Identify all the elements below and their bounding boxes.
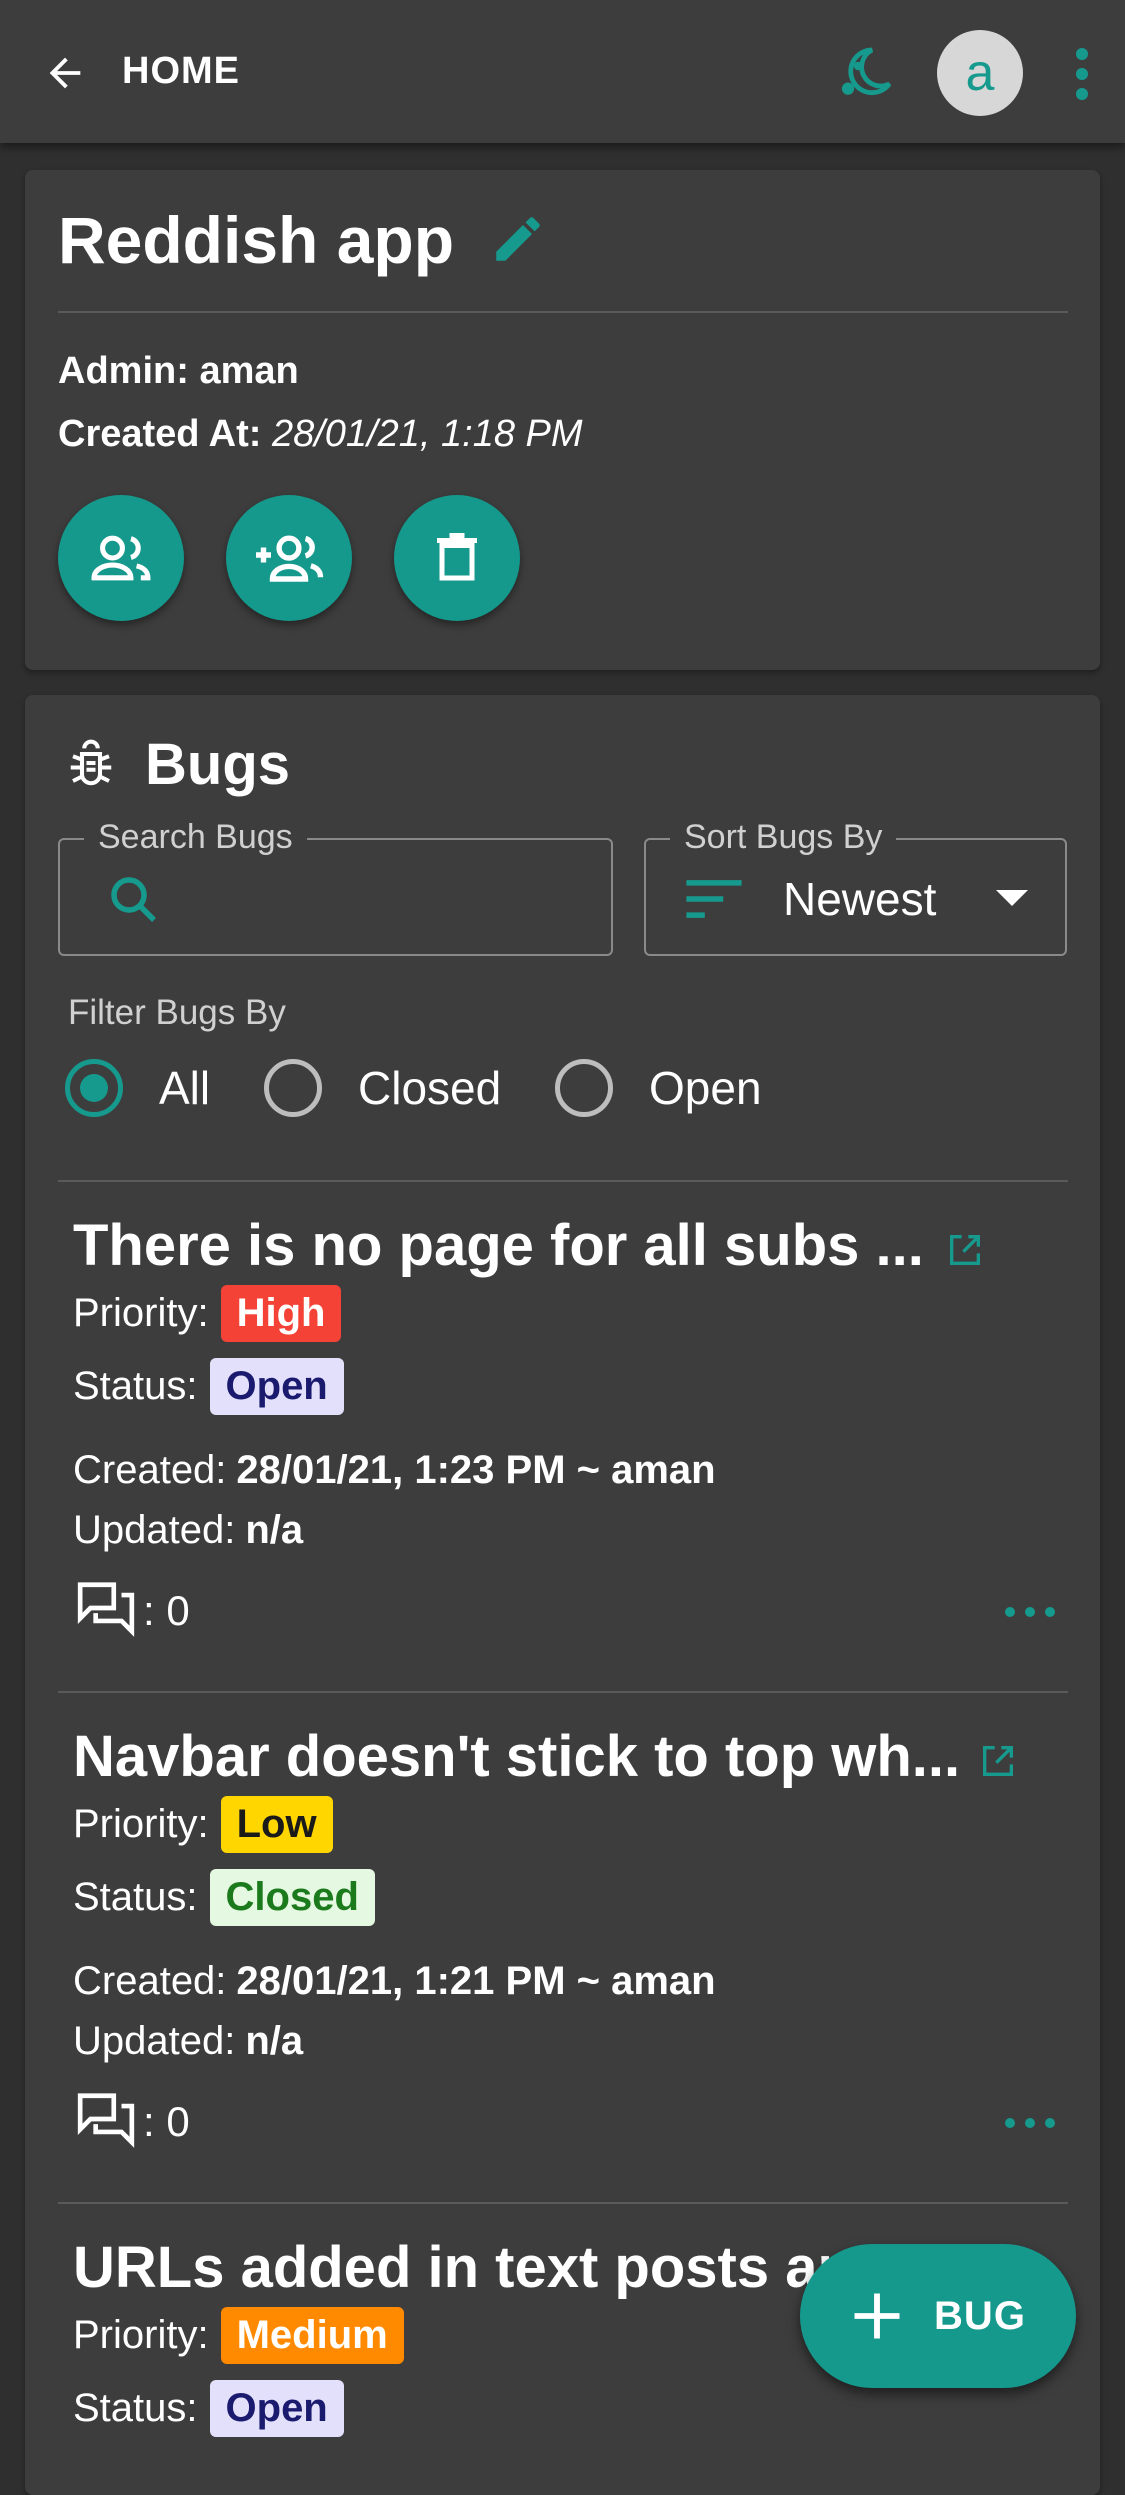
radio-unchecked-icon bbox=[264, 1059, 322, 1117]
search-bugs-field[interactable]: Search Bugs bbox=[58, 818, 613, 956]
people-icon bbox=[91, 535, 151, 581]
project-card: Reddish app Admin: aman Created At: 28/0… bbox=[25, 170, 1100, 670]
pencil-icon bbox=[496, 217, 540, 261]
filter-radio-closed[interactable]: Closed bbox=[264, 1057, 501, 1119]
radio-unchecked-icon bbox=[555, 1059, 613, 1117]
more-horiz-icon[interactable] bbox=[1003, 1602, 1057, 1622]
group-add-icon bbox=[256, 535, 324, 582]
sort-bugs-select[interactable]: Sort Bugs By Newest bbox=[644, 818, 1067, 956]
search-icon bbox=[111, 877, 156, 922]
bug-updated: Updated: n/a bbox=[73, 1508, 304, 1552]
divider bbox=[58, 2202, 1068, 2204]
bug-created: Created: 28/01/21, 1:23 PM ~ aman bbox=[73, 1448, 716, 1492]
bug-status: Status: Open bbox=[73, 2380, 344, 2437]
view-members-button[interactable] bbox=[58, 495, 184, 621]
priority-badge: Medium bbox=[220, 2307, 404, 2364]
filter-bugs-label: Filter Bugs By bbox=[68, 993, 286, 1032]
bug-priority: Priority: High bbox=[73, 1285, 342, 1342]
sort-bugs-value: Newest bbox=[783, 873, 937, 925]
back-button[interactable] bbox=[34, 42, 96, 104]
status-badge: Open bbox=[209, 1358, 344, 1415]
comments-icon bbox=[77, 2093, 135, 2148]
chevron-down-icon bbox=[996, 890, 1028, 906]
home-label[interactable]: HOME bbox=[122, 50, 240, 93]
status-badge: Open bbox=[209, 2380, 344, 2437]
comment-count: : 0 bbox=[143, 2098, 190, 2145]
bug-icon bbox=[63, 735, 119, 791]
add-bug-button[interactable]: BUG bbox=[800, 2244, 1076, 2388]
open-in-new-icon[interactable] bbox=[945, 1230, 985, 1270]
project-created-at: Created At: 28/01/21, 1:18 PM bbox=[58, 413, 583, 455]
bug-list-item[interactable]: Navbar doesn't stick to top wh... Priori… bbox=[58, 1691, 1068, 2201]
bug-list-item[interactable]: There is no page for all subs ... Priori… bbox=[58, 1180, 1068, 1690]
bug-priority: Priority: Low bbox=[73, 1796, 333, 1853]
more-horiz-icon[interactable] bbox=[1003, 2113, 1057, 2133]
bug-title[interactable]: URLs added in text posts ar bbox=[73, 2234, 840, 2301]
divider bbox=[58, 311, 1068, 313]
divider bbox=[58, 1691, 1068, 1693]
app-bar: HOME a bbox=[0, 0, 1125, 143]
user-avatar[interactable]: a bbox=[937, 30, 1023, 116]
open-in-new-icon[interactable] bbox=[978, 1741, 1018, 1781]
priority-badge: High bbox=[220, 1285, 342, 1342]
sort-icon bbox=[686, 880, 742, 918]
plus-icon bbox=[854, 2293, 900, 2339]
bug-priority: Priority: Medium bbox=[73, 2307, 404, 2364]
bug-title[interactable]: Navbar doesn't stick to top wh... bbox=[73, 1723, 960, 1790]
more-options-button[interactable] bbox=[1060, 40, 1104, 108]
sort-bugs-label: Sort Bugs By bbox=[670, 818, 897, 857]
search-bugs-label: Search Bugs bbox=[84, 818, 307, 857]
comments-icon bbox=[77, 1582, 135, 1637]
bug-title[interactable]: There is no page for all subs ... bbox=[73, 1212, 924, 1279]
bug-status: Status: Closed bbox=[73, 1869, 375, 1926]
arrow-left-icon bbox=[49, 57, 81, 89]
add-members-button[interactable] bbox=[226, 495, 352, 621]
comment-count: : 0 bbox=[143, 1587, 190, 1634]
filter-radio-all[interactable]: All bbox=[65, 1057, 210, 1119]
bug-updated: Updated: n/a bbox=[73, 2019, 304, 2063]
bug-created: Created: 28/01/21, 1:21 PM ~ aman bbox=[73, 1959, 716, 2003]
edit-project-button[interactable] bbox=[485, 206, 551, 272]
moon-icon bbox=[841, 47, 892, 96]
trash-icon bbox=[437, 533, 477, 581]
filter-radio-open[interactable]: Open bbox=[555, 1057, 762, 1119]
bug-status: Status: Open bbox=[73, 1358, 344, 1415]
add-bug-label: BUG bbox=[934, 2293, 1026, 2338]
radio-checked-icon bbox=[65, 1059, 123, 1117]
priority-badge: Low bbox=[220, 1796, 333, 1853]
delete-project-button[interactable] bbox=[394, 495, 520, 621]
divider bbox=[58, 1180, 1068, 1182]
more-vert-icon bbox=[1076, 48, 1088, 100]
bugs-card: Bugs Search Bugs Sort Bugs By Newest Fil… bbox=[25, 695, 1100, 2495]
project-name: Reddish app bbox=[58, 203, 455, 277]
status-badge: Closed bbox=[209, 1869, 375, 1926]
project-admin: Admin: aman bbox=[58, 350, 299, 392]
dark-mode-toggle[interactable] bbox=[826, 36, 902, 112]
bugs-section-title: Bugs bbox=[145, 732, 290, 797]
